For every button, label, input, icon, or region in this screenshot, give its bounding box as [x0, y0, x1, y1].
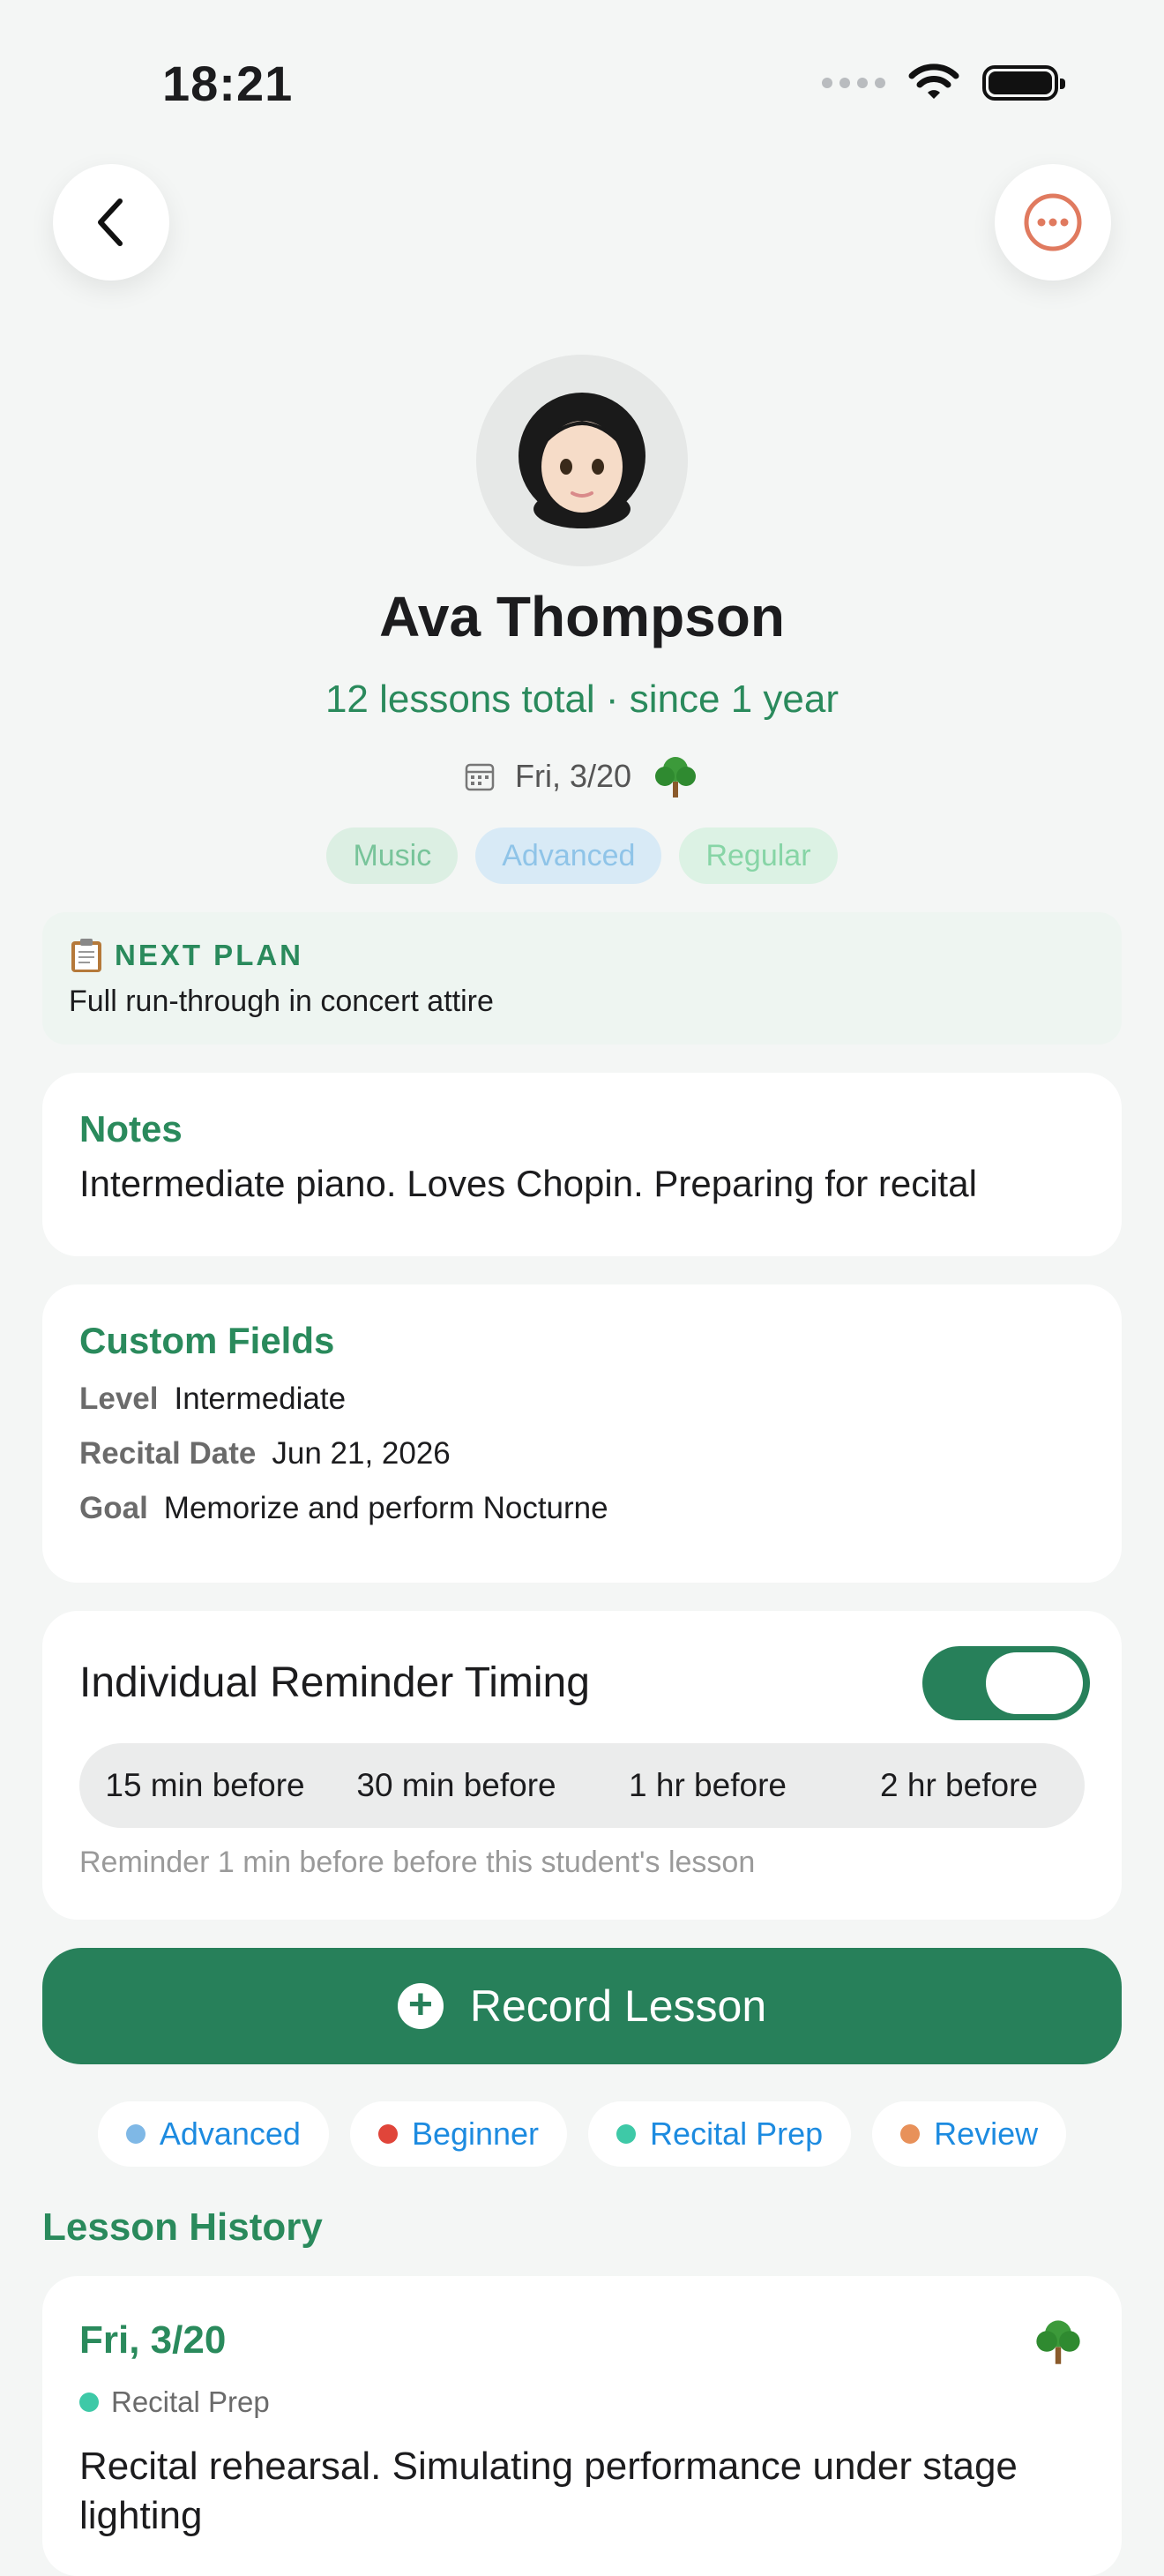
custom-field-recital-date: Recital Date Jun 21, 2026 — [79, 1436, 451, 1471]
status-icons — [822, 64, 1065, 102]
avatar-emoji-icon — [519, 393, 645, 528]
lesson-description: Recital rehearsal. Simulating performanc… — [79, 2445, 1018, 2537]
reminder-hint: Reminder 1 min before before this studen… — [79, 1846, 756, 1879]
custom-fields-title: Custom Fields — [79, 1320, 335, 1361]
tree-icon — [655, 757, 697, 798]
chevron-left-icon — [98, 198, 123, 246]
lesson-summary: 12 lessons total · since 1 year — [325, 678, 839, 721]
cellular-signal-icon — [822, 78, 885, 88]
more-icon — [1024, 193, 1082, 251]
reminder-option-2-hr[interactable]: 2 hr before — [833, 1743, 1085, 1828]
filter-chip-recital-prep[interactable]: Recital Prep — [588, 2101, 852, 2167]
next-lesson-date: Fri, 3/20 — [0, 752, 1164, 801]
student-tags: Music Advanced Regular — [0, 827, 1164, 884]
custom-field-goal: Goal Memorize and perform Nocturne — [79, 1491, 608, 1525]
back-button[interactable] — [53, 164, 169, 281]
notes-card[interactable]: Notes Intermediate piano. Loves Chopin. … — [42, 1073, 1122, 1256]
next-plan-card[interactable]: NEXT PLAN Full run-through in concert at… — [42, 912, 1122, 1045]
lesson-history-title: Lesson History — [42, 2205, 323, 2249]
lesson-tag: Recital Prep — [79, 2385, 1085, 2419]
tag-music: Music — [326, 827, 459, 884]
record-lesson-label: Record Lesson — [469, 1981, 767, 2031]
filter-dot — [900, 2124, 921, 2144]
filter-dot — [616, 2124, 637, 2144]
status-bar: 18:21 — [0, 0, 1164, 176]
reminder-toggle[interactable] — [922, 1646, 1090, 1720]
lesson-tag-filters: Advanced Beginner Recital Prep Review — [0, 2101, 1164, 2167]
custom-fields-card[interactable]: Custom Fields Level Intermediate Recital … — [42, 1284, 1122, 1583]
date-label: Fri, 3/20 — [514, 758, 632, 794]
reminder-option-1-hr[interactable]: 1 hr before — [582, 1743, 833, 1828]
next-plan-header: NEXT PLAN — [69, 937, 1095, 974]
tag-advanced: Advanced — [475, 827, 662, 884]
calendar-icon — [465, 763, 495, 791]
clipboard-icon — [71, 939, 101, 972]
reminder-timing-segmented-control: 15 min before 30 min before 1 hr before … — [79, 1743, 1085, 1828]
record-lesson-button[interactable]: + Record Lesson — [42, 1948, 1122, 2064]
tree-icon — [1036, 2320, 1080, 2364]
lesson-date: Fri, 3/20 — [79, 2318, 227, 2362]
reminder-card: Individual Reminder Timing 15 min before… — [42, 1611, 1122, 1920]
filter-chip-beginner[interactable]: Beginner — [349, 2101, 568, 2167]
custom-field-level: Level Intermediate — [79, 1382, 347, 1416]
more-options-button[interactable] — [995, 164, 1111, 281]
filter-chip-advanced[interactable]: Advanced — [97, 2101, 329, 2167]
filter-chip-review[interactable]: Review — [872, 2101, 1067, 2167]
status-time: 18:21 — [162, 56, 294, 111]
filter-dot — [377, 2124, 398, 2144]
lesson-history-entry[interactable]: Fri, 3/20 Recital Prep Recital rehearsal… — [42, 2276, 1122, 2576]
plus-icon: + — [397, 1983, 444, 2029]
battery-icon — [982, 65, 1065, 101]
avatar — [476, 355, 688, 566]
filter-dot — [125, 2124, 146, 2144]
next-plan-label: NEXT PLAN — [115, 939, 304, 971]
reminder-title: Individual Reminder Timing — [79, 1659, 590, 1706]
reminder-option-15-min[interactable]: 15 min before — [79, 1743, 331, 1828]
next-plan-text: Full run-through in concert attire — [69, 985, 494, 1018]
notes-title: Notes — [79, 1108, 183, 1149]
student-name: Ava Thompson — [379, 585, 785, 648]
tag-regular: Regular — [679, 827, 838, 884]
tag-dot — [79, 2393, 99, 2412]
wifi-icon — [908, 64, 959, 99]
notes-text: Intermediate piano. Loves Chopin. Prepar… — [79, 1163, 977, 1204]
reminder-option-30-min[interactable]: 30 min before — [331, 1743, 582, 1828]
